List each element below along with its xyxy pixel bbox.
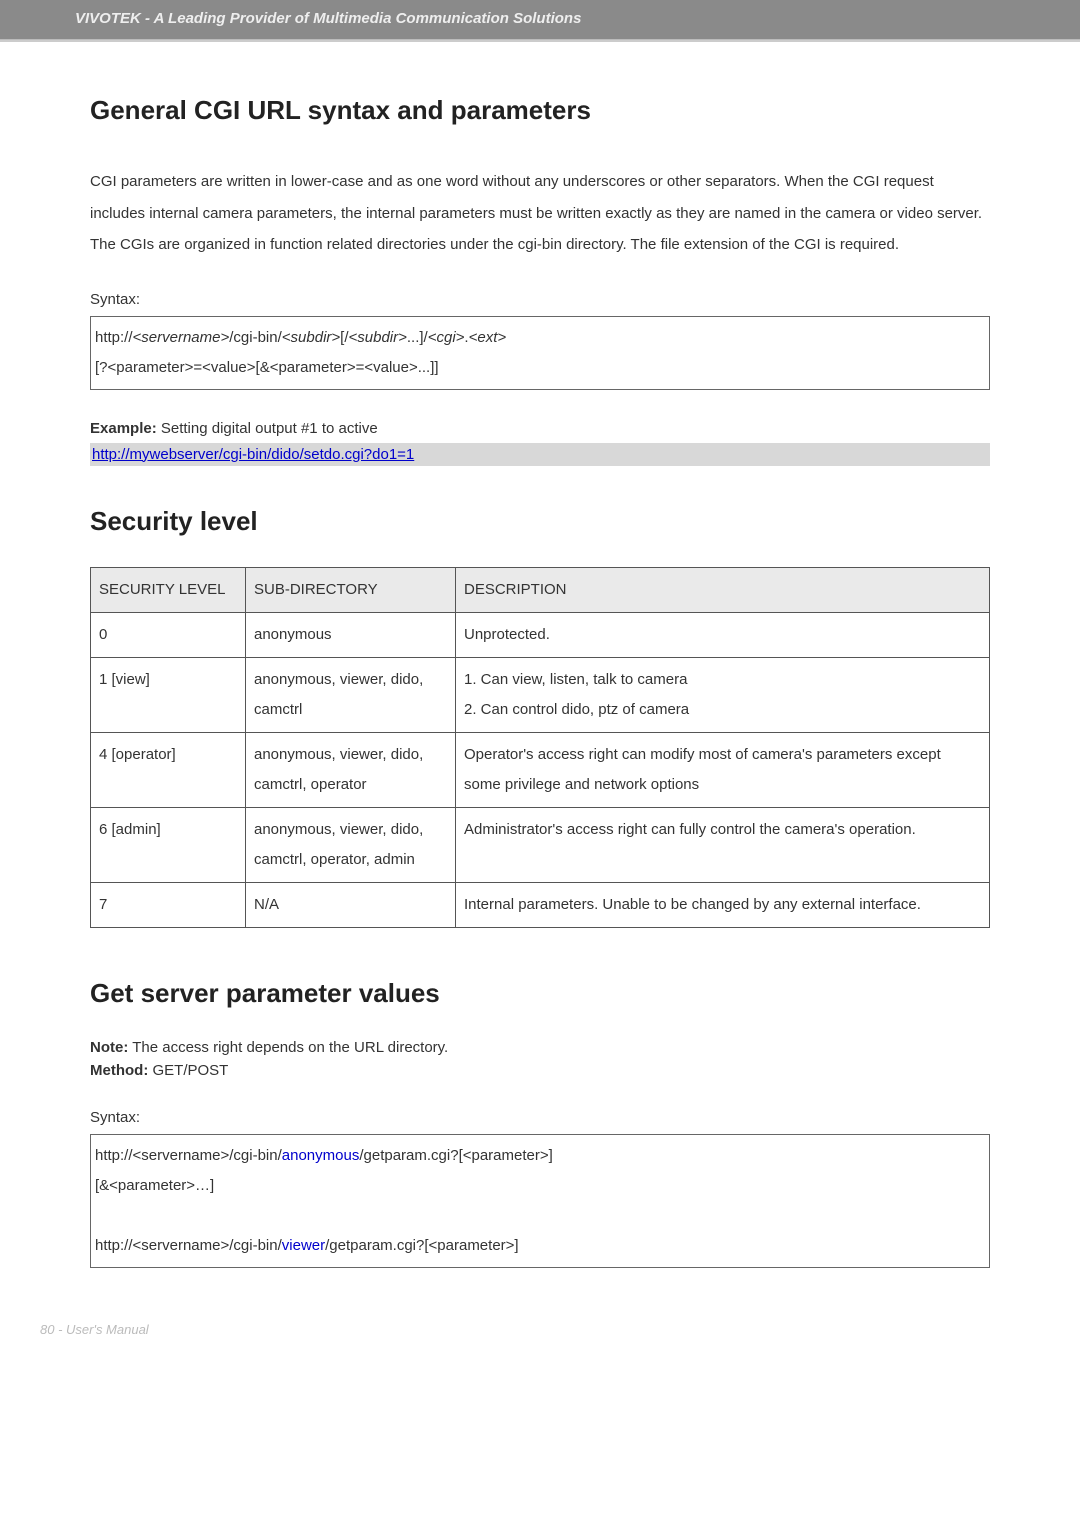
method-label: Method: xyxy=(90,1062,148,1079)
cell-security-level: 4 [operator] xyxy=(91,732,246,807)
syntax-servername: <servername> xyxy=(133,329,230,346)
page-header: VIVOTEK - A Leading Provider of Multimed… xyxy=(0,0,1080,40)
example-line: Example: Setting digital output #1 to ac… xyxy=(90,420,990,437)
syntax-servername: <servername> xyxy=(133,1237,230,1254)
page-footer: 80 - User's Manual xyxy=(0,1318,1080,1367)
syntax-text: ] xyxy=(514,1237,518,1254)
cell-description: Administrator's access right can fully c… xyxy=(456,807,990,882)
example-label: Example: xyxy=(90,420,157,437)
syntax-text: http:// xyxy=(95,329,133,346)
cell-security-level: 1 [view] xyxy=(91,657,246,732)
syntax-servername: <servername> xyxy=(133,1147,230,1164)
security-level-table: SECURITY LEVEL SUB-DIRECTORY DESCRIPTION… xyxy=(90,567,990,928)
cell-sub-directory: anonymous, viewer, dido, camctrl, operat… xyxy=(246,732,456,807)
table-row: 7N/AInternal parameters. Unable to be ch… xyxy=(91,882,990,927)
header-tagline: VIVOTEK - A Leading Provider of Multimed… xyxy=(75,10,581,27)
method-text: GET/POST xyxy=(148,1062,228,1079)
heading-general-cgi: General CGI URL syntax and parameters xyxy=(90,95,990,126)
note-line: Note: The access right depends on the UR… xyxy=(90,1039,990,1056)
syntax-text: [/ xyxy=(340,329,348,346)
cell-sub-directory: N/A xyxy=(246,882,456,927)
table-row: 4 [operator]anonymous, viewer, dido, cam… xyxy=(91,732,990,807)
syntax-text: ] xyxy=(549,1147,553,1164)
example-link-box: http://mywebserver/cgi-bin/dido/setdo.cg… xyxy=(90,443,990,466)
syntax-role-viewer: viewer xyxy=(282,1237,325,1254)
th-sub-directory: SUB-DIRECTORY xyxy=(246,567,456,612)
cell-description: Internal parameters. Unable to be change… xyxy=(456,882,990,927)
syntax2-blank xyxy=(95,1201,985,1231)
page-content: General CGI URL syntax and parameters CG… xyxy=(0,40,1080,1298)
syntax2-line-2: [&<parameter>…] xyxy=(95,1171,985,1201)
note-label: Note: xyxy=(90,1039,128,1056)
syntax-text: http:// xyxy=(95,1147,133,1164)
cell-sub-directory: anonymous, viewer, dido, camctrl, operat… xyxy=(246,807,456,882)
syntax-line-1: http://<servername>/cgi-bin/<subdir>[/<s… xyxy=(95,323,985,353)
th-security-level: SECURITY LEVEL xyxy=(91,567,246,612)
footer-page-number: 80 - User's Manual xyxy=(40,1322,149,1337)
method-line: Method: GET/POST xyxy=(90,1062,990,1079)
cell-sub-directory: anonymous xyxy=(246,612,456,657)
syntax2-line-1: http://<servername>/cgi-bin/anonymous/ge… xyxy=(95,1141,985,1171)
syntax-parameter: <parameter> xyxy=(463,1147,549,1164)
example-text: Setting digital output #1 to active xyxy=(157,420,378,437)
syntax-text: /getparam.cgi?[ xyxy=(359,1147,462,1164)
syntax-box-1: http://<servername>/cgi-bin/<subdir>[/<s… xyxy=(90,316,990,390)
syntax-ext: <ext> xyxy=(469,329,507,346)
note-text: The access right depends on the URL dire… xyxy=(128,1039,448,1056)
syntax-text: /cgi-bin/ xyxy=(229,1147,282,1164)
heading-security-level: Security level xyxy=(90,506,990,537)
table-row: 0anonymousUnprotected. xyxy=(91,612,990,657)
syntax-line-2: [?<parameter>=<value>[&<parameter>=<valu… xyxy=(95,353,985,383)
heading-get-server-params: Get server parameter values xyxy=(90,978,990,1009)
table-row: 6 [admin]anonymous, viewer, dido, camctr… xyxy=(91,807,990,882)
syntax-subdir: <subdir> xyxy=(282,329,340,346)
example-link[interactable]: http://mywebserver/cgi-bin/dido/setdo.cg… xyxy=(92,446,414,463)
cell-sub-directory: anonymous, viewer, dido, camctrl xyxy=(246,657,456,732)
syntax-box-2: http://<servername>/cgi-bin/anonymous/ge… xyxy=(90,1134,990,1268)
th-description: DESCRIPTION xyxy=(456,567,990,612)
table-header-row: SECURITY LEVEL SUB-DIRECTORY DESCRIPTION xyxy=(91,567,990,612)
cell-security-level: 7 xyxy=(91,882,246,927)
syntax2-line-3: http://<servername>/cgi-bin/viewer/getpa… xyxy=(95,1231,985,1261)
syntax-text: /cgi-bin/ xyxy=(229,1237,282,1254)
syntax-parameter: <parameter> xyxy=(429,1237,515,1254)
cell-description: 1. Can view, listen, talk to camera 2. C… xyxy=(456,657,990,732)
general-cgi-paragraph: CGI parameters are written in lower-case… xyxy=(90,166,990,261)
syntax-text: ...]/ xyxy=(407,329,428,346)
cell-security-level: 0 xyxy=(91,612,246,657)
cell-description: Operator's access right can modify most … xyxy=(456,732,990,807)
cell-description: Unprotected. xyxy=(456,612,990,657)
syntax-label-1: Syntax: xyxy=(90,291,990,308)
syntax-text: /cgi-bin/ xyxy=(229,329,282,346)
syntax-text: /getparam.cgi?[ xyxy=(325,1237,428,1254)
syntax-text: http:// xyxy=(95,1237,133,1254)
syntax-cgi: <cgi> xyxy=(428,329,465,346)
table-row: 1 [view]anonymous, viewer, dido, camctrl… xyxy=(91,657,990,732)
syntax-subdir: <subdir> xyxy=(349,329,407,346)
syntax-role-anonymous: anonymous xyxy=(282,1147,360,1164)
cell-security-level: 6 [admin] xyxy=(91,807,246,882)
syntax-label-2: Syntax: xyxy=(90,1109,990,1126)
